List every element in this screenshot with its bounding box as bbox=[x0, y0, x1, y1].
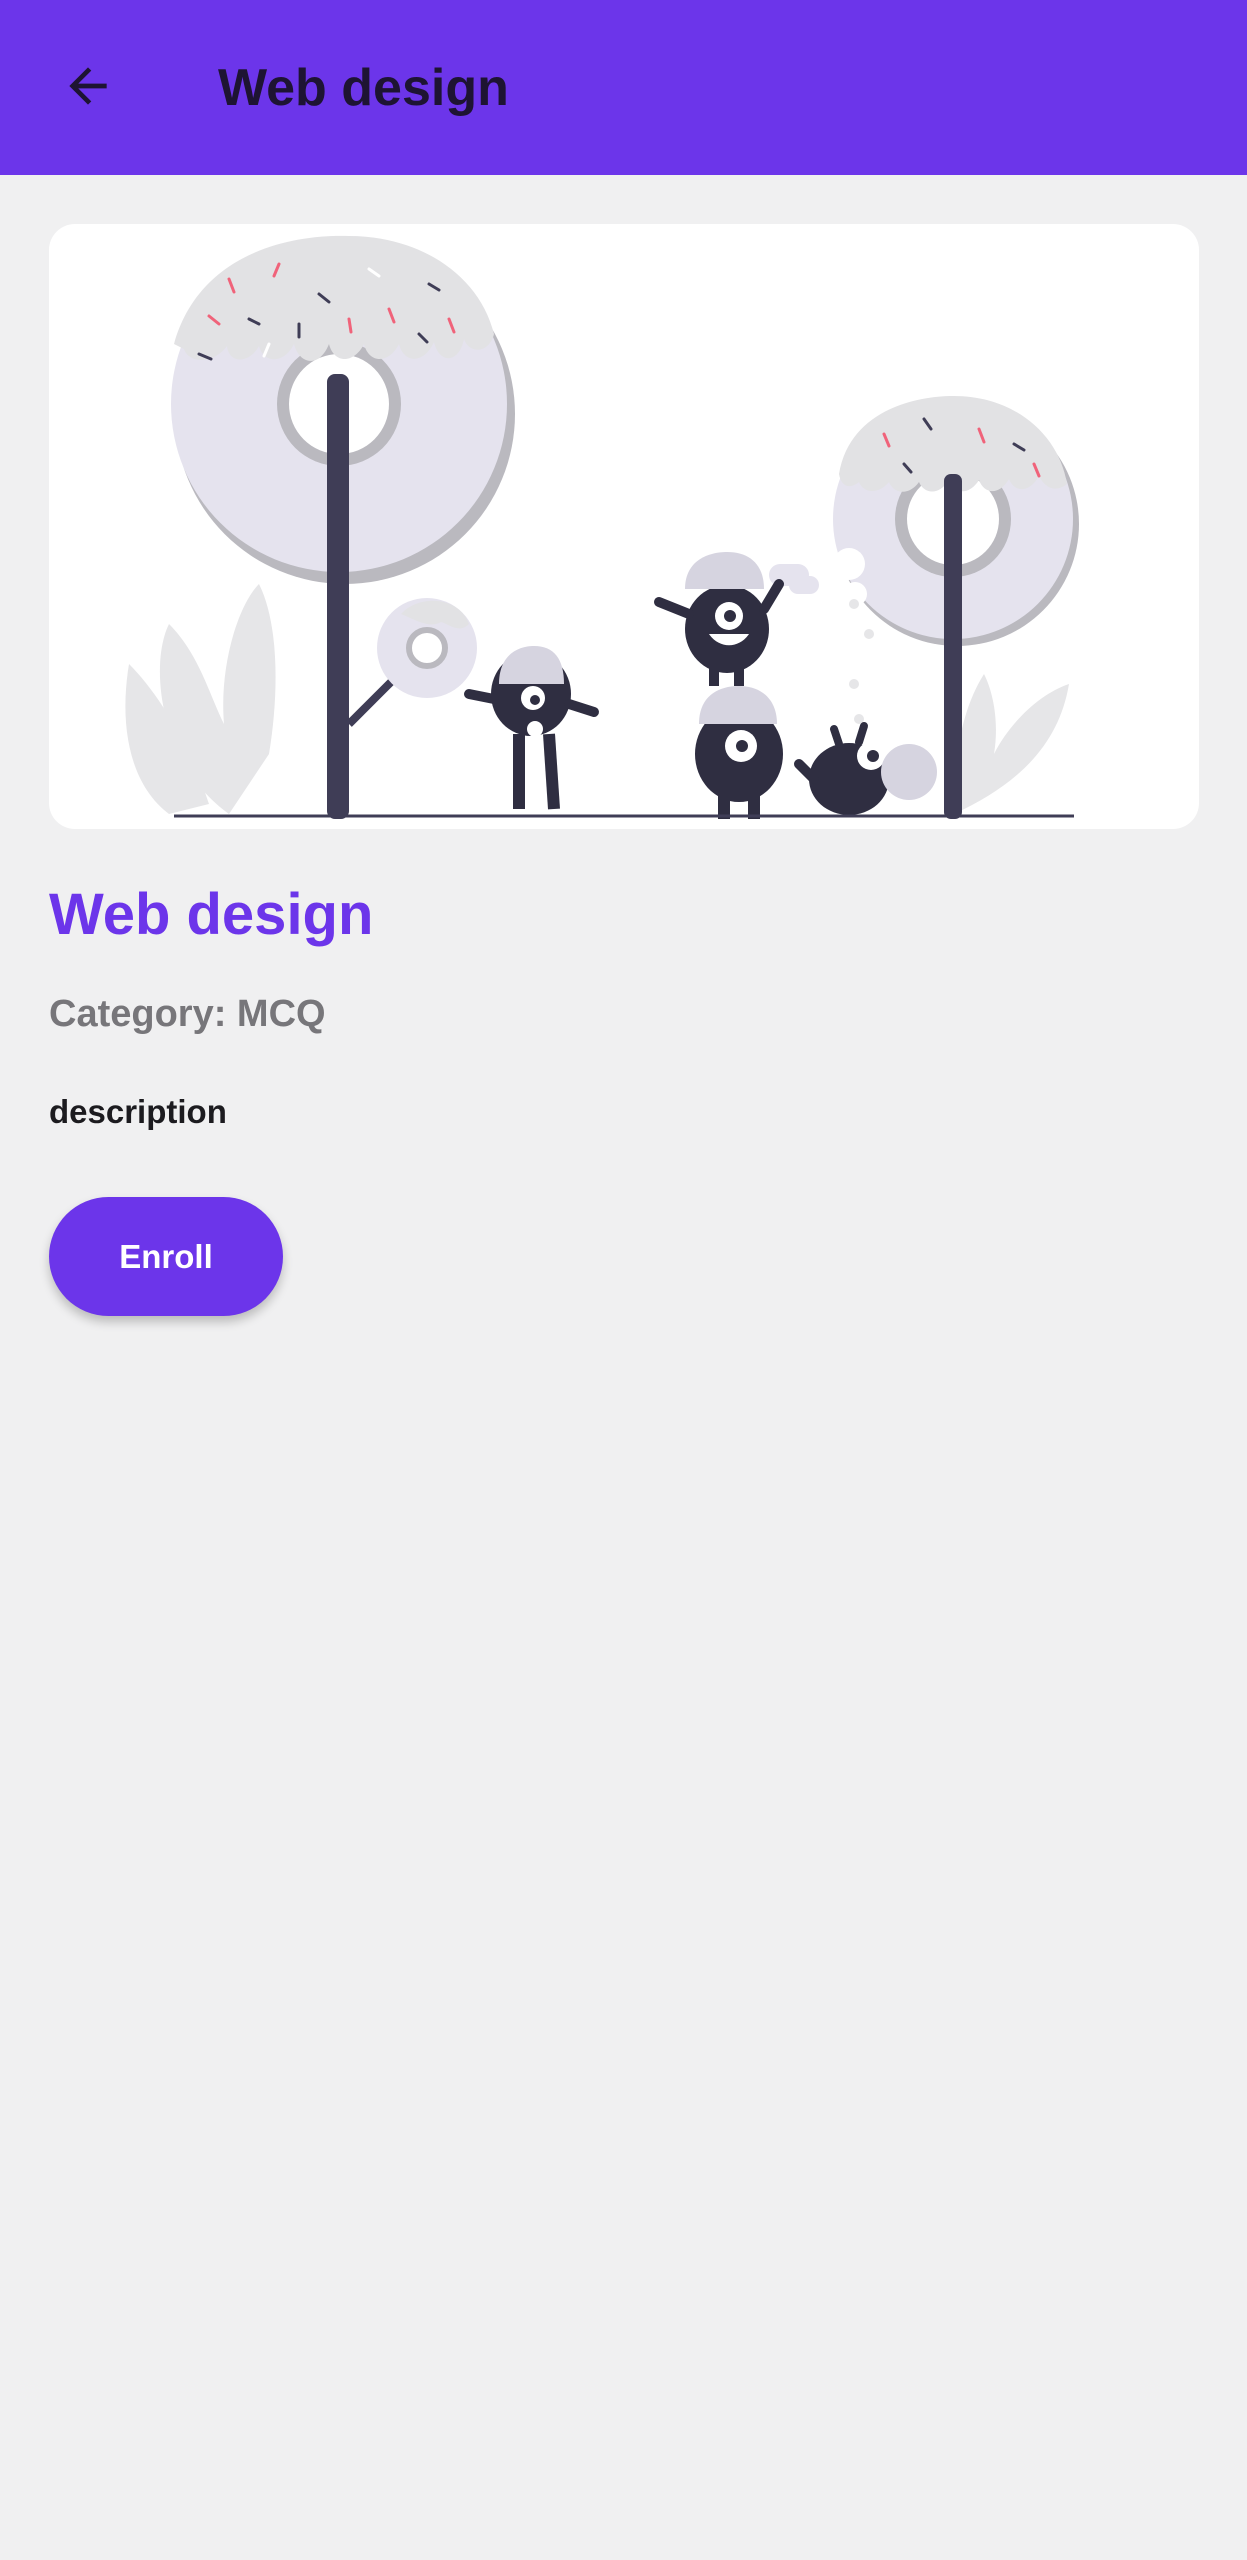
app-bar: Web design bbox=[0, 0, 1247, 175]
course-description: description bbox=[49, 1093, 227, 1130]
arrow-back-icon bbox=[60, 58, 116, 119]
enroll-button[interactable]: Enroll bbox=[49, 1197, 283, 1316]
course-illustration bbox=[125, 235, 1079, 819]
course-image-card bbox=[49, 224, 1199, 829]
page-title: Web design bbox=[218, 59, 509, 117]
course-category: Category: MCQ bbox=[49, 993, 326, 1035]
back-button[interactable] bbox=[44, 44, 132, 132]
course-title: Web design bbox=[49, 882, 374, 947]
